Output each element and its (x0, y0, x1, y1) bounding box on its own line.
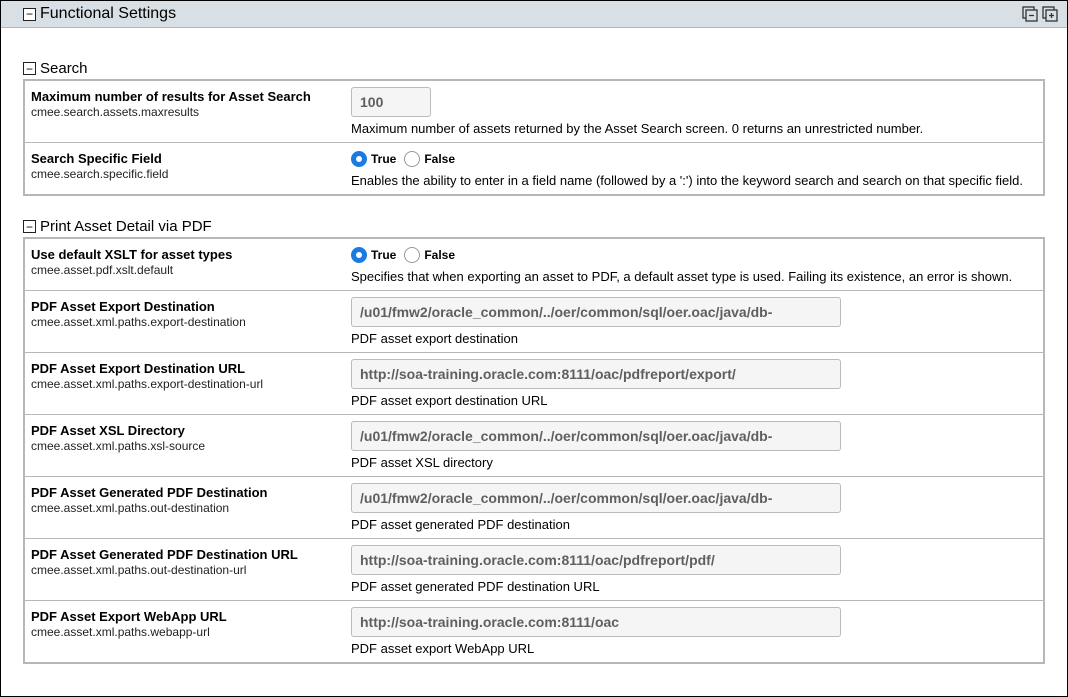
setting-desc: Specifies that when exporting an asset t… (351, 269, 1035, 284)
section-pdf: − Print Asset Detail via PDF Use default… (23, 218, 1045, 664)
setting-desc: PDF asset XSL directory (351, 455, 1035, 470)
setting-desc: PDF asset generated PDF destination (351, 517, 1035, 532)
setting-key: cmee.asset.xml.paths.out-destination (31, 501, 351, 515)
setting-key: cmee.asset.xml.paths.xsl-source (31, 439, 351, 453)
setting-key: cmee.asset.xml.paths.webapp-url (31, 625, 351, 639)
setting-row-export-dest: PDF Asset Export Destination cmee.asset.… (25, 290, 1043, 352)
collapse-icon[interactable]: − (23, 8, 36, 21)
collapse-icon[interactable]: − (23, 220, 36, 233)
gen-pdf-dest-url-input[interactable] (351, 545, 841, 575)
xsl-dir-input[interactable] (351, 421, 841, 451)
radio-true-label: True (371, 152, 396, 166)
max-results-input[interactable] (351, 87, 431, 117)
setting-label: PDF Asset Generated PDF Destination (31, 485, 351, 500)
setting-label: PDF Asset Export WebApp URL (31, 609, 351, 624)
setting-desc: Maximum number of assets returned by the… (351, 121, 1035, 136)
setting-desc: PDF asset export destination (351, 331, 1035, 346)
setting-label: PDF Asset XSL Directory (31, 423, 351, 438)
setting-row-default-xslt: Use default XSLT for asset types cmee.as… (25, 239, 1043, 290)
webapp-url-input[interactable] (351, 607, 841, 637)
radio-false-label: False (424, 152, 455, 166)
setting-desc: PDF asset export WebApp URL (351, 641, 1035, 656)
setting-key: cmee.search.specific.field (31, 167, 351, 181)
radio-false[interactable] (404, 151, 420, 167)
section-title: Search (40, 60, 88, 77)
page-header: − Functional Settings (1, 1, 1067, 28)
setting-label: Search Specific Field (31, 151, 351, 166)
setting-desc: Enables the ability to enter in a field … (351, 173, 1035, 188)
setting-label: Use default XSLT for asset types (31, 247, 351, 262)
setting-key: cmee.asset.xml.paths.export-destination-… (31, 377, 351, 391)
setting-row-max-results: Maximum number of results for Asset Sear… (25, 81, 1043, 142)
setting-row-specific-field: Search Specific Field cmee.search.specif… (25, 142, 1043, 194)
setting-desc: PDF asset export destination URL (351, 393, 1035, 408)
collapse-all-icon[interactable] (1021, 5, 1039, 23)
setting-label: Maximum number of results for Asset Sear… (31, 89, 351, 104)
setting-row-gen-pdf-dest: PDF Asset Generated PDF Destination cmee… (25, 476, 1043, 538)
gen-pdf-dest-input[interactable] (351, 483, 841, 513)
setting-key: cmee.asset.pdf.xslt.default (31, 263, 351, 277)
setting-desc: PDF asset generated PDF destination URL (351, 579, 1035, 594)
setting-row-xsl-dir: PDF Asset XSL Directory cmee.asset.xml.p… (25, 414, 1043, 476)
radio-false-label: False (424, 248, 455, 262)
setting-row-gen-pdf-dest-url: PDF Asset Generated PDF Destination URL … (25, 538, 1043, 600)
setting-key: cmee.asset.xml.paths.export-destination (31, 315, 351, 329)
section-search: − Search Maximum number of results for A… (23, 60, 1045, 196)
radio-true[interactable] (351, 151, 367, 167)
collapse-icon[interactable]: − (23, 62, 36, 75)
section-title: Print Asset Detail via PDF (40, 218, 212, 235)
setting-row-export-dest-url: PDF Asset Export Destination URL cmee.as… (25, 352, 1043, 414)
setting-key: cmee.asset.xml.paths.out-destination-url (31, 563, 351, 577)
setting-label: PDF Asset Export Destination URL (31, 361, 351, 376)
radio-true[interactable] (351, 247, 367, 263)
export-dest-input[interactable] (351, 297, 841, 327)
setting-row-webapp-url: PDF Asset Export WebApp URL cmee.asset.x… (25, 600, 1043, 662)
setting-label: PDF Asset Export Destination (31, 299, 351, 314)
radio-true-label: True (371, 248, 396, 262)
radio-false[interactable] (404, 247, 420, 263)
setting-key: cmee.search.assets.maxresults (31, 105, 351, 119)
export-dest-url-input[interactable] (351, 359, 841, 389)
setting-label: PDF Asset Generated PDF Destination URL (31, 547, 351, 562)
expand-all-icon[interactable] (1041, 5, 1059, 23)
page-title: Functional Settings (40, 5, 176, 23)
